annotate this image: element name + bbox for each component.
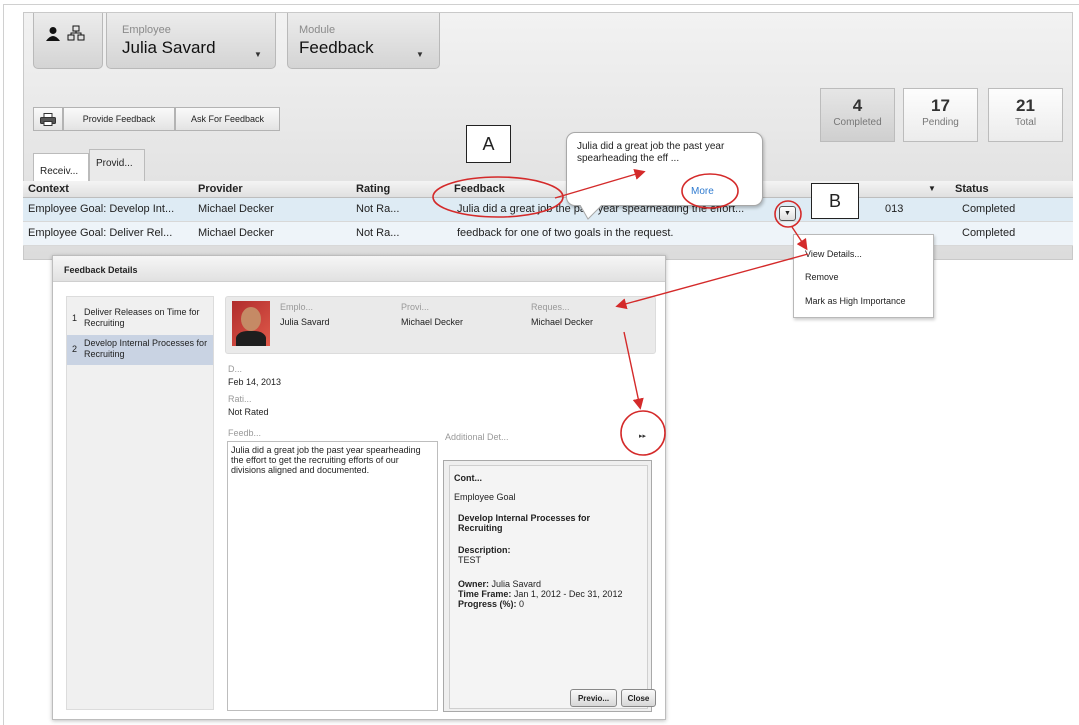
feedback-details-dialog: Feedback Details 1 Deliver Releases on T… <box>52 255 666 720</box>
module-value: Feedback <box>299 38 374 57</box>
description-label: Description: <box>458 545 511 555</box>
rating-label: Rati... <box>228 394 252 404</box>
view-toggle[interactable] <box>33 13 103 69</box>
column-header-status[interactable]: Status <box>955 183 989 195</box>
stat-label: Total <box>1014 117 1037 128</box>
tab-received[interactable]: Receiv... <box>33 153 89 184</box>
employee-value: Julia Savard <box>122 38 216 57</box>
goal-label: Develop Internal Processes for Recruitin… <box>84 338 208 359</box>
column-header-context[interactable]: Context <box>28 183 69 195</box>
context-value: Employee Goal <box>454 492 516 502</box>
annotation-label-a: A <box>466 125 511 163</box>
grid-header: Context Provider Rating Feedback ▼ Statu… <box>23 181 1073 198</box>
cell-context: Employee Goal: Deliver Rel... <box>28 227 173 239</box>
goal-title: Develop Internal Processes for Recruitin… <box>458 513 591 533</box>
chevron-down-icon: ▼ <box>416 50 424 59</box>
menu-item-view-details[interactable]: View Details... <box>805 249 862 259</box>
cell-rating: Not Ra... <box>356 227 400 239</box>
cell-status: Completed <box>962 203 1016 215</box>
cell-feedback: feedback for one of two goals in the req… <box>457 227 674 239</box>
goal-number: 2 <box>72 344 78 354</box>
cell-provider: Michael Decker <box>198 203 274 215</box>
annotation-label-b: B <box>811 183 859 219</box>
goal-list-item-selected[interactable]: 2 Develop Internal Processes for Recruit… <box>67 335 213 365</box>
goal-list-item[interactable]: 1 Deliver Releases on Time for Recruitin… <box>67 306 213 332</box>
avatar <box>232 301 270 346</box>
description-value: TEST <box>458 555 482 565</box>
stat-count: 17 <box>931 96 950 115</box>
tooltip-pointer <box>580 205 603 220</box>
cell-date: 013 <box>885 203 904 215</box>
expand-icon[interactable]: ▸▸ <box>639 432 646 440</box>
employee-label: Employee <box>122 24 171 36</box>
stat-label: Completed <box>833 117 882 128</box>
tooltip-text: Julia did a great job the past year spea… <box>577 141 725 164</box>
cell-rating: Not Ra... <box>356 203 400 215</box>
printer-icon <box>40 112 56 126</box>
dialog-title: Feedback Details <box>53 256 665 282</box>
timeframe-value: Jan 1, 2012 - Dec 31, 2012 <box>513 589 623 599</box>
employee-field-value: Julia Savard <box>280 317 330 327</box>
owner-label: Owner: <box>458 579 490 589</box>
ask-for-feedback-button[interactable]: Ask For Feedback <box>175 107 280 131</box>
module-label: Module <box>299 24 336 36</box>
module-selector[interactable]: Module Feedback ▼ <box>287 13 440 69</box>
employee-selector[interactable]: Employee Julia Savard ▼ <box>106 13 276 69</box>
goal-number: 1 <box>72 313 78 323</box>
chevron-down-icon: ▼ <box>254 50 262 59</box>
provider-field-label: Provi... <box>401 302 430 312</box>
stat-count: 21 <box>1016 96 1035 115</box>
table-row[interactable]: Employee Goal: Develop Int... Michael De… <box>23 198 1073 222</box>
stat-pending[interactable]: 17 Pending <box>903 88 978 142</box>
feedback-tooltip: Julia did a great job the past year spea… <box>566 132 763 206</box>
date-value: Feb 14, 2013 <box>228 377 282 387</box>
cell-status: Completed <box>962 227 1016 239</box>
provide-feedback-button[interactable]: Provide Feedback <box>63 107 175 131</box>
requester-field-value: Michael Decker <box>531 317 594 327</box>
progress-value: 0 <box>519 599 525 609</box>
stat-label: Pending <box>922 117 959 128</box>
print-button[interactable] <box>33 107 63 131</box>
owner-value: Julia Savard <box>491 579 542 589</box>
feedback-text: Julia did a great job the past year spea… <box>231 445 421 475</box>
more-link[interactable]: More <box>691 186 714 197</box>
row-actions-button[interactable]: ▼ <box>779 206 796 221</box>
goal-label: Deliver Releases on Time for Recruiting <box>84 307 200 328</box>
tab-provided[interactable]: Provid... <box>89 149 145 183</box>
employee-field-label: Emplo... <box>280 302 314 312</box>
goal-list: 1 Deliver Releases on Time for Recruitin… <box>66 296 214 710</box>
stat-count: 4 <box>852 96 863 115</box>
column-menu-icon[interactable]: ▼ <box>928 184 936 193</box>
menu-item-mark-high-importance[interactable]: Mark as High Importance <box>805 296 906 306</box>
person-icon[interactable] <box>45 26 61 42</box>
additional-details-label: Additional Det... <box>445 432 509 442</box>
timeframe-label: Time Frame: <box>458 589 512 599</box>
feedback-label: Feedb... <box>228 428 262 438</box>
date-label: D... <box>228 364 243 374</box>
column-header-rating[interactable]: Rating <box>356 183 390 195</box>
column-header-feedback[interactable]: Feedback <box>454 183 505 195</box>
org-chart-icon[interactable] <box>67 25 85 42</box>
column-header-provider[interactable]: Provider <box>198 183 243 195</box>
row-context-menu: View Details... Remove Mark as High Impo… <box>793 234 934 318</box>
close-button[interactable]: Close <box>621 689 656 707</box>
cell-provider: Michael Decker <box>198 227 274 239</box>
stat-total[interactable]: 21 Total <box>988 88 1063 142</box>
progress-label: Progress (%): <box>458 599 517 609</box>
previous-button[interactable]: Previo... <box>570 689 617 707</box>
feedback-textarea[interactable]: Julia did a great job the past year spea… <box>227 441 438 711</box>
cell-context: Employee Goal: Develop Int... <box>28 203 175 215</box>
stat-completed[interactable]: 4 Completed <box>820 88 895 142</box>
context-label: Cont... <box>454 473 482 483</box>
requester-field-label: Reques... <box>531 302 570 312</box>
provider-field-value: Michael Decker <box>401 317 464 327</box>
menu-item-remove[interactable]: Remove <box>805 272 839 282</box>
additional-details-panel: Cont... Employee Goal Develop Internal P… <box>443 460 652 712</box>
rating-value: Not Rated <box>228 407 269 417</box>
feedback-info-bar: Emplo... Julia Savard Provi... Michael D… <box>225 296 656 354</box>
